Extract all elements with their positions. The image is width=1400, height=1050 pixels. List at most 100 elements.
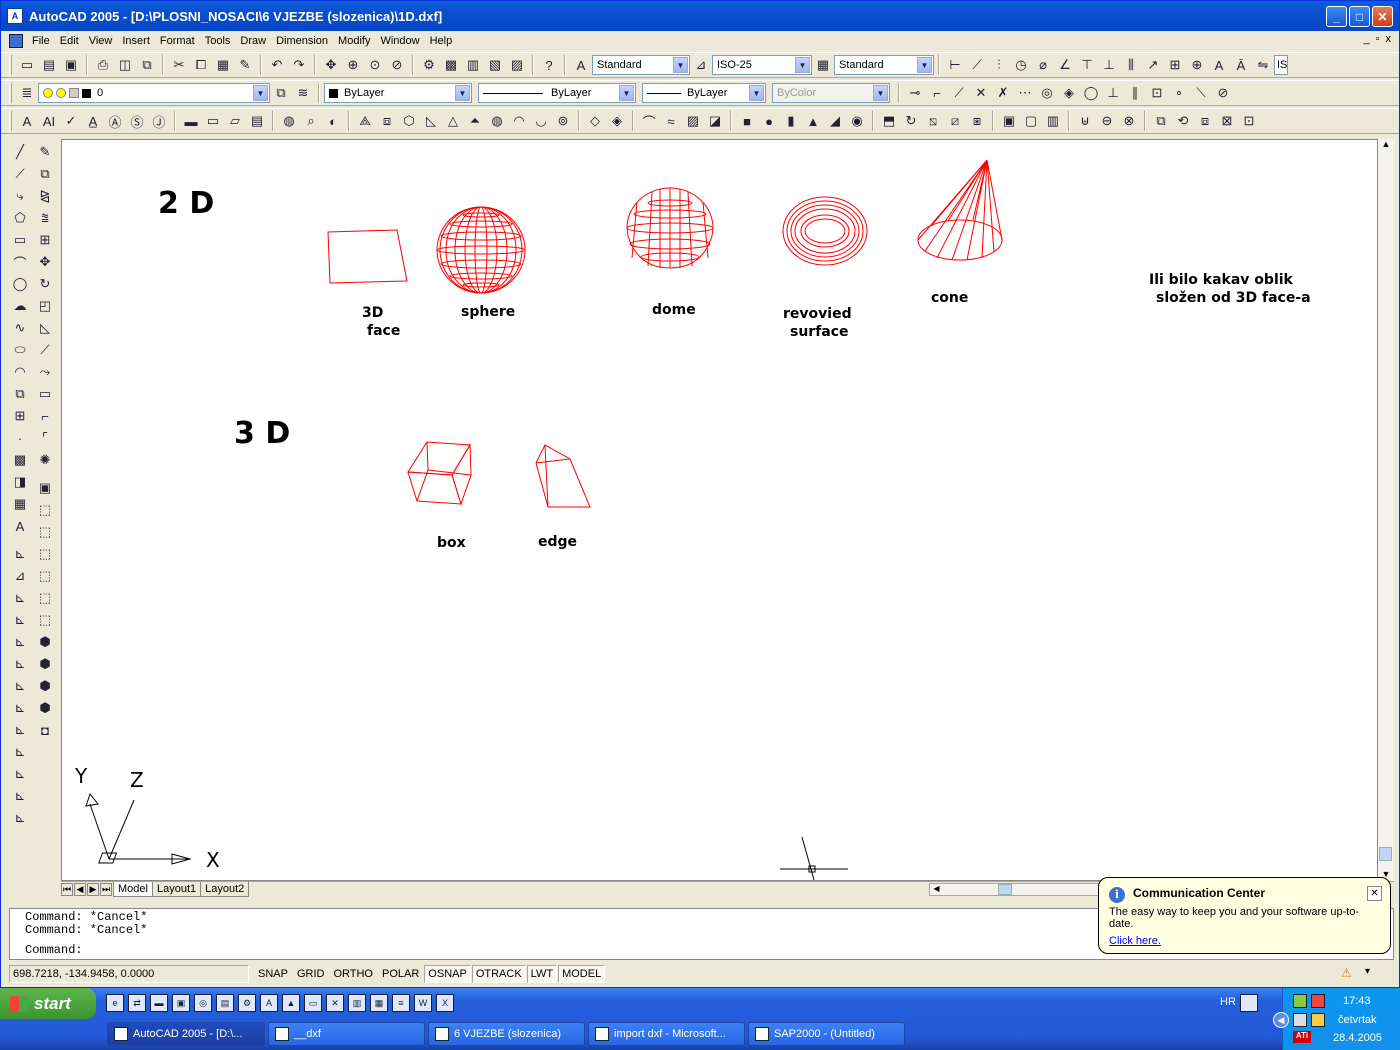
chevron-down-icon[interactable]: ▼ [455, 85, 470, 101]
3d-face-icon[interactable]: ⟁ [354, 111, 376, 131]
otrack-toggle[interactable]: OTRACK [471, 965, 526, 983]
wedge-icon[interactable]: ◺ [420, 111, 442, 131]
color-select[interactable]: ByLayer ▼ [324, 83, 472, 103]
erase-icon[interactable]: ✎ [34, 141, 56, 163]
spell-check-icon[interactable]: ✓ [60, 111, 82, 131]
ucs-previous-icon[interactable]: ⊾ [9, 587, 31, 609]
chart-app-icon[interactable]: ▲ [282, 994, 300, 1012]
autocad-quick-icon[interactable]: A [260, 994, 278, 1012]
undo-icon[interactable]: ↶ [266, 55, 288, 75]
region-icon[interactable]: ▤ [246, 111, 268, 131]
zoom-3d-icon[interactable]: ⌕ [300, 111, 322, 131]
hatch-icon[interactable]: ▩ [9, 449, 31, 471]
explode-icon[interactable]: ✺ [34, 449, 56, 471]
text-icon[interactable]: A [16, 111, 38, 131]
pyramid-icon[interactable]: △ [442, 111, 464, 131]
chevron-down-icon[interactable]: ▼ [749, 85, 764, 101]
design-center-icon[interactable]: ▩ [440, 55, 462, 75]
tab-model[interactable]: Model [113, 882, 153, 897]
distance-icon[interactable]: ▭ [202, 111, 224, 131]
chamfer-icon[interactable]: ⌐ [34, 405, 56, 427]
osnap-toggle[interactable]: OSNAP [424, 965, 471, 983]
3d-mirror-icon[interactable]: ⧈ [1194, 111, 1216, 131]
toolbar-grip[interactable] [9, 55, 12, 75]
point-icon[interactable]: · [9, 427, 31, 449]
publish-icon[interactable]: ⧉ [136, 55, 158, 75]
3d-mesh-2-icon[interactable]: ◈ [606, 111, 628, 131]
table-icon[interactable]: ▦ [9, 493, 31, 515]
menu-window[interactable]: Window [375, 35, 424, 47]
network-icon[interactable]: ⇄ [128, 994, 146, 1012]
taskbar-item-word[interactable]: import dxf - Microsoft... [588, 1022, 745, 1046]
perpendicular-snap-icon[interactable]: ⊥ [1102, 83, 1124, 103]
continue-dim-icon[interactable]: ⫼ [1120, 55, 1142, 75]
close-button[interactable]: ✕ [1372, 6, 1393, 27]
endpoint-snap-icon[interactable]: ⊸ [904, 83, 926, 103]
ucs-z-icon[interactable]: ⊾ [9, 785, 31, 807]
new-icon[interactable]: ▭ [16, 55, 38, 75]
single-line-text-icon[interactable]: AI [38, 111, 60, 131]
drawing-canvas[interactable]: 2 D 3 D 3D face sphere dome revovied sur… [61, 139, 1378, 881]
taskbar-item-autocad[interactable]: AutoCAD 2005 - [D:\... [107, 1022, 265, 1046]
redo-icon[interactable]: ↷ [288, 55, 310, 75]
menu-edit[interactable]: Edit [55, 35, 84, 47]
ruler-icon[interactable]: ▬ [180, 111, 202, 131]
polar-toggle[interactable]: POLAR [378, 965, 423, 983]
edge-icon[interactable]: ◇ [584, 111, 606, 131]
area-icon[interactable]: ▱ [224, 111, 246, 131]
solid-cone-icon[interactable]: ▲ [802, 111, 824, 131]
menu-format[interactable]: Format [155, 35, 200, 47]
chevron-down-icon[interactable]: ▼ [917, 57, 932, 73]
lwt-toggle[interactable]: LWT [526, 965, 558, 983]
line-icon[interactable]: ╱ [9, 141, 31, 163]
document-icon[interactable] [9, 34, 23, 48]
edge-surface-icon[interactable]: ◪ [704, 111, 726, 131]
ortho-toggle[interactable]: ORTHO [329, 965, 377, 983]
tray-app-icon[interactable] [1293, 994, 1307, 1008]
tab-layout2[interactable]: Layout2 [200, 882, 250, 897]
setup-view-icon[interactable]: ▢ [1020, 111, 1042, 131]
folder-icon[interactable]: ▭ [304, 994, 322, 1012]
toolbar-grip[interactable] [9, 83, 12, 103]
hscroll-thumb[interactable] [998, 884, 1012, 895]
dome-icon[interactable]: ◠ [508, 111, 530, 131]
menu-tools[interactable]: Tools [200, 35, 236, 47]
match-properties-icon[interactable]: ✎ [234, 55, 256, 75]
copy-object-icon[interactable]: ⧉ [34, 163, 56, 185]
chevron-down-icon[interactable]: ▼ [795, 57, 810, 73]
insert-block-icon[interactable]: ⧉ [9, 383, 31, 405]
ucs-world-icon[interactable]: ⊿ [9, 565, 31, 587]
sw-iso-icon[interactable]: ⬢ [34, 631, 56, 653]
mdi-minimize-button[interactable]: _ [1363, 33, 1369, 45]
menu-dimension[interactable]: Dimension [271, 35, 333, 47]
copy-icon[interactable]: ⧠ [190, 55, 212, 75]
nearest-snap-icon[interactable]: ⟍ [1190, 83, 1212, 103]
setup-drawing-icon[interactable]: ▣ [998, 111, 1020, 131]
top-view-icon[interactable]: ⬚ [34, 499, 56, 521]
text-style-select[interactable]: Standard ▼ [592, 55, 690, 75]
polygon-icon[interactable]: ⬠ [9, 207, 31, 229]
dim-update-icon[interactable]: ⇋ [1252, 55, 1274, 75]
rotate-icon[interactable]: ↻ [34, 273, 56, 295]
menu-view[interactable]: View [84, 35, 118, 47]
chevron-down-icon[interactable]: ▼ [873, 85, 888, 101]
solid-wedge-icon[interactable]: ◢ [824, 111, 846, 131]
insert-snap-icon[interactable]: ⊡ [1146, 83, 1168, 103]
scale-text-icon[interactable]: Ⓢ [126, 111, 148, 131]
gradient-icon[interactable]: ◨ [9, 471, 31, 493]
scroll-up-icon[interactable]: ▲ [1378, 139, 1394, 153]
dim-edit-icon[interactable]: A [1208, 55, 1230, 75]
stretch-icon[interactable]: ◺ [34, 317, 56, 339]
floppy-icon[interactable]: ▣ [172, 994, 190, 1012]
right-view-icon[interactable]: ⬚ [34, 565, 56, 587]
coordinates-readout[interactable]: 698.7218, -134.9458, 0.0000 [9, 965, 249, 983]
light-bulb-icon[interactable] [43, 88, 53, 98]
view-icon[interactable]: ▣ [34, 477, 56, 499]
linear-dim-icon[interactable]: ⊢ [944, 55, 966, 75]
rectangle-icon[interactable]: ▭ [9, 229, 31, 251]
fillet-icon[interactable]: ⌜ [34, 427, 56, 449]
chevron-down-icon[interactable]: ▼ [673, 57, 688, 73]
menu-insert[interactable]: Insert [117, 35, 155, 47]
lineweight-select[interactable]: ByLayer ▼ [642, 83, 766, 103]
make-layer-current-icon[interactable]: ⧉ [270, 83, 292, 103]
